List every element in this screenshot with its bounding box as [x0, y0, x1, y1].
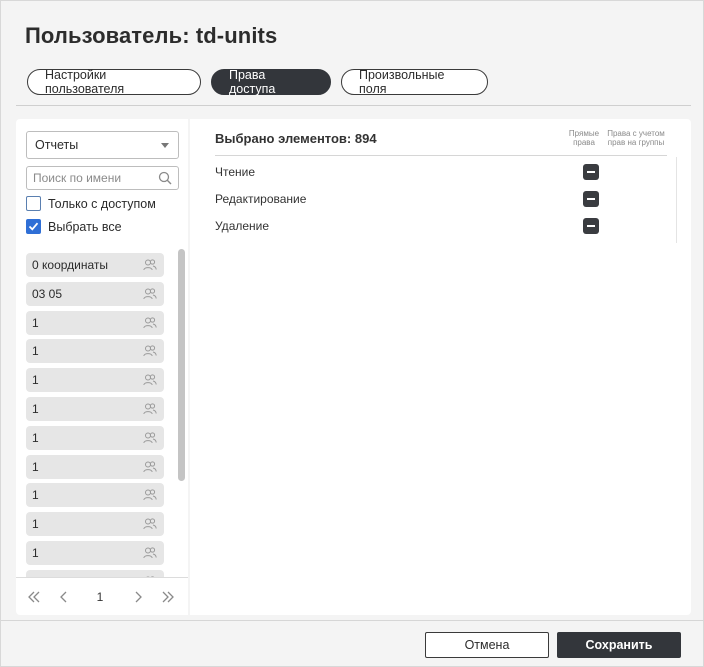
permission-read-checkbox[interactable] — [583, 164, 599, 180]
only-with-access-checkbox[interactable] — [26, 196, 41, 211]
first-page-icon[interactable] — [27, 589, 41, 605]
users-icon[interactable] — [143, 431, 157, 445]
last-page-icon[interactable] — [161, 589, 175, 605]
column-header-direct: Прямые права — [568, 129, 600, 147]
list-item[interactable]: 1 — [26, 454, 164, 479]
footer-divider — [1, 620, 704, 621]
check-icon — [28, 222, 39, 231]
tab-bar: Настройки пользователя Права доступа Про… — [27, 68, 488, 96]
tab-user-settings[interactable]: Настройки пользователя — [27, 68, 201, 96]
list-item[interactable]: 1 — [26, 368, 164, 393]
search-icon[interactable] — [158, 171, 172, 185]
selected-count: Выбрано элементов: 894 — [215, 131, 377, 146]
users-icon[interactable] — [143, 373, 157, 387]
page-title: Пользователь: td-units — [25, 23, 278, 48]
list-item-label: 1 — [32, 373, 39, 388]
users-icon[interactable] — [143, 316, 157, 330]
list-item[interactable]: 1 — [26, 310, 164, 335]
permissions-panel: Выбрано элементов: 894 Прямые права Прав… — [190, 119, 691, 615]
chevron-down-icon — [161, 143, 169, 148]
users-icon[interactable] — [143, 517, 157, 531]
select-all-label: Выбрать все — [48, 219, 122, 234]
objects-panel: Отчеты Только с доступом Выбрать все 0 к… — [16, 119, 188, 615]
search-input[interactable] — [27, 167, 152, 189]
column-divider — [676, 157, 677, 243]
list-item-label: 0 координаты — [32, 258, 109, 272]
users-icon[interactable] — [143, 546, 157, 560]
tab-access-rights[interactable]: Права доступа — [211, 68, 331, 96]
pager-divider — [16, 577, 188, 578]
list-item[interactable]: 1 — [26, 569, 164, 577]
list-item-label: 03 05 — [32, 286, 63, 301]
list-item[interactable]: 03 05 — [26, 281, 164, 306]
prev-page-icon[interactable] — [57, 589, 71, 605]
search-box — [26, 166, 179, 190]
list-item[interactable]: 1 — [26, 425, 164, 450]
users-icon[interactable] — [143, 460, 157, 474]
permission-read-label: Чтение — [215, 165, 256, 179]
list-item-label: 1 — [32, 488, 39, 503]
list-item-label: 1 — [32, 545, 39, 560]
user-dialog: Пользователь: td-units Настройки пользов… — [0, 0, 704, 667]
list-item-label: 1 — [32, 315, 39, 330]
users-icon[interactable] — [143, 258, 157, 272]
list-item-label: 1 — [32, 517, 39, 532]
tabs-divider — [16, 105, 691, 106]
tab-custom-fields[interactable]: Произвольные поля — [341, 68, 488, 96]
permission-delete-checkbox[interactable] — [583, 218, 599, 234]
object-type-select[interactable]: Отчеты — [26, 131, 179, 159]
list-scrollbar[interactable] — [176, 247, 185, 577]
save-button[interactable]: Сохранить — [557, 632, 681, 658]
list-item[interactable]: 1 — [26, 339, 164, 364]
list-item-label: 1 — [32, 401, 39, 416]
list-item-label: 1 — [32, 459, 39, 474]
select-all-checkbox[interactable] — [26, 219, 41, 234]
pagination: 1 — [16, 585, 188, 609]
next-page-icon[interactable] — [131, 589, 145, 605]
list-item-label: 1 — [32, 344, 39, 359]
list-item[interactable]: 1 — [26, 540, 164, 565]
only-with-access-option[interactable]: Только с доступом — [26, 196, 156, 211]
permission-delete-label: Удаление — [215, 219, 270, 233]
select-all-option[interactable]: Выбрать все — [26, 219, 122, 234]
objects-list: 0 координаты 03 05 1 1 1 1 1 1 1 1 1 1 — [26, 253, 166, 577]
list-item[interactable]: 1 — [26, 512, 164, 537]
list-item[interactable]: 1 — [26, 396, 164, 421]
users-icon[interactable] — [143, 488, 157, 502]
header-divider — [215, 155, 667, 156]
users-icon[interactable] — [143, 402, 157, 416]
list-item[interactable]: 0 координаты — [26, 253, 164, 277]
cancel-button[interactable]: Отмена — [425, 632, 549, 658]
users-icon[interactable] — [143, 344, 157, 358]
column-header-groups: Права с учетом прав на группы — [607, 129, 665, 147]
object-type-value: Отчеты — [35, 138, 79, 152]
permission-edit-checkbox[interactable] — [583, 191, 599, 207]
list-scrollbar-thumb[interactable] — [178, 249, 185, 481]
current-page: 1 — [96, 590, 104, 604]
only-with-access-label: Только с доступом — [48, 196, 156, 211]
permission-edit-label: Редактирование — [215, 192, 307, 206]
list-item-label: 1 — [32, 430, 39, 445]
list-item[interactable]: 1 — [26, 483, 164, 508]
users-icon[interactable] — [143, 287, 157, 301]
